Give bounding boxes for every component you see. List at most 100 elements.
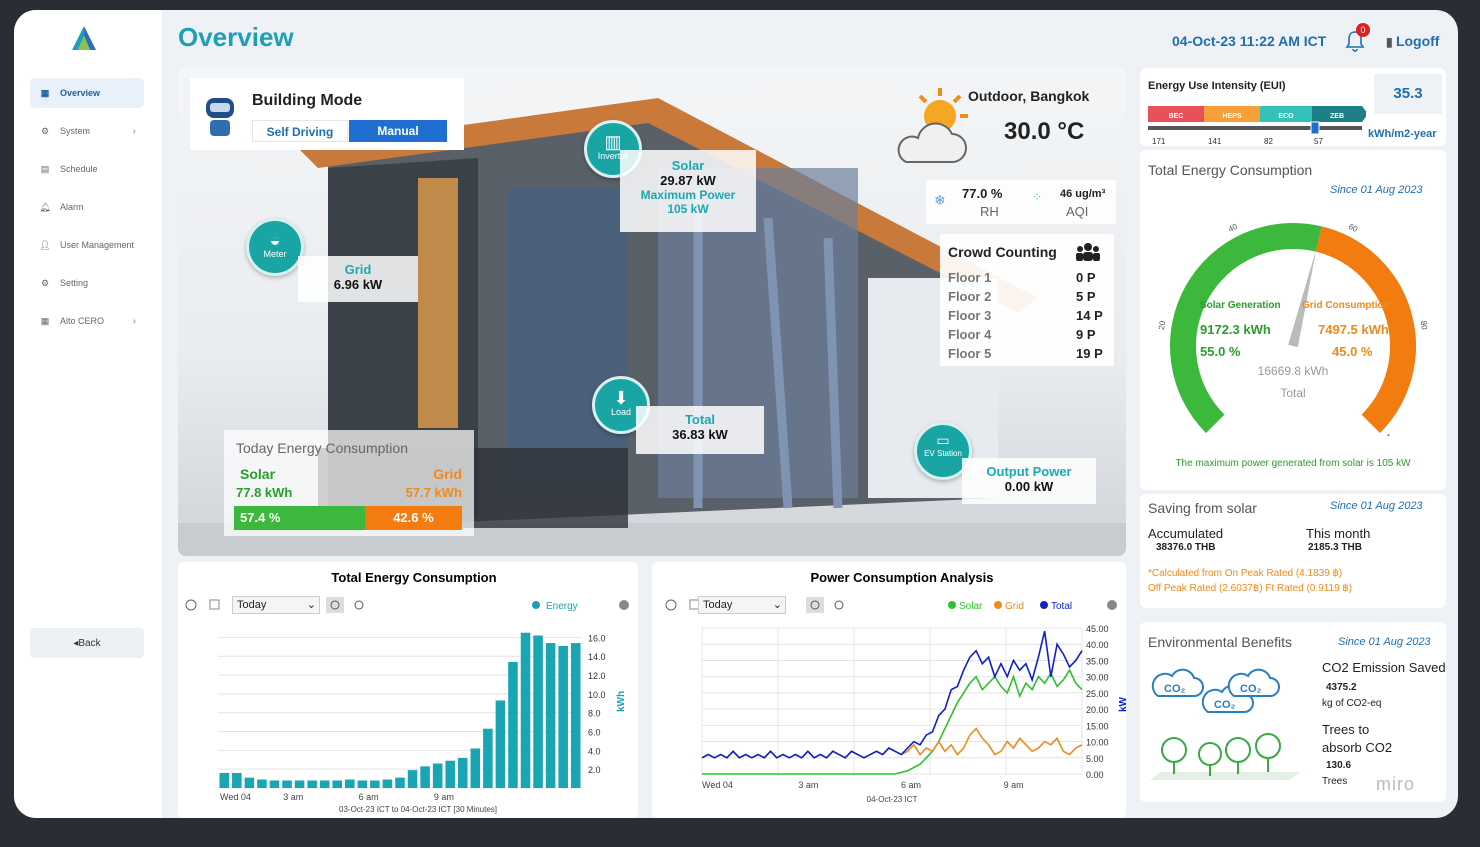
energy-bar: [257, 779, 267, 788]
crowd-floor-count: 0 P: [1076, 270, 1096, 285]
line-chart-range-select[interactable]: Today ⌄: [698, 596, 786, 614]
sidebar-item-setting[interactable]: ⚙ Setting: [30, 268, 144, 298]
energy-bar: [395, 777, 405, 788]
co2-unit: kg of CO2-eq: [1322, 698, 1382, 709]
x-tick-label: 9 am: [1004, 780, 1024, 790]
users-icon: 👤︎: [39, 239, 51, 250]
gauge-tick-label: 40: [1227, 222, 1240, 234]
logoff-button[interactable]: ▮ Logoff: [1386, 33, 1439, 49]
eui-tick-label: 82: [1264, 137, 1273, 146]
solar-power-card: Solar 29.87 kW Maximum Power 105 kW: [620, 150, 756, 232]
energy-bar: [470, 748, 481, 788]
this-month-label: This month: [1306, 526, 1371, 541]
system-icon: ⚙: [40, 125, 50, 136]
sidebar-item-overview[interactable]: ▦ Overview: [30, 78, 144, 108]
save-icon: [209, 599, 220, 610]
eui-tick-label: 57: [1314, 137, 1323, 146]
eui-band-label: ZEB: [1330, 113, 1344, 120]
today-grid-label: Grid: [433, 466, 462, 482]
trees-title-line2: absorb CO2: [1322, 740, 1393, 755]
y-tick-label: 14.0: [588, 652, 606, 662]
back-button[interactable]: ◂ Back: [30, 628, 144, 658]
legend-energy-swatch: [532, 601, 540, 609]
legend-label-total: Total: [1051, 601, 1072, 612]
energy-bar: [382, 779, 393, 788]
energy-bar: [520, 632, 531, 788]
chevron-down-icon: ⌄: [772, 599, 782, 611]
map-icon: ▦: [40, 315, 50, 326]
environment-panel: Environmental Benefits Since 01 Aug 2023…: [1140, 622, 1446, 802]
x-tick-label: 3 am: [798, 780, 818, 790]
aqi-value: 46 ug/m³: [1060, 188, 1106, 200]
manual-toggle[interactable]: Manual: [349, 120, 447, 142]
bar-chart-title: Total Energy Consumption: [331, 570, 496, 585]
crowd-floor-count: 5 P: [1076, 289, 1096, 304]
sidebar-item-user-management[interactable]: 👤︎ User Management: [30, 230, 144, 260]
bell-icon: 🔔︎: [39, 201, 51, 212]
energy-bar: [282, 780, 292, 788]
gauge-grid-kwh: 7497.5 kWh: [1318, 322, 1389, 337]
today-solar-segment: 57.4 %: [234, 506, 365, 530]
eui-band-label: BEC: [1169, 113, 1184, 120]
eui-track: [1148, 126, 1362, 130]
zoom-reset-icon: [665, 599, 677, 611]
gauge-total-label: Total: [1280, 386, 1306, 400]
gauge-total-kwh: 16669.8 kWh: [1257, 364, 1329, 378]
crowd-title: Crowd Counting: [948, 244, 1057, 260]
notification-badge: 0: [1356, 23, 1370, 37]
energy-bar: [232, 772, 242, 788]
energy-bar: [533, 635, 543, 788]
bar-chart-range-select[interactable]: Today ⌄: [232, 596, 320, 614]
sidebar-item-system[interactable]: ⚙ System ›: [30, 116, 144, 146]
total-title: Total: [684, 412, 716, 427]
zoom-in-icon: [326, 597, 344, 613]
crowd-floor-name: Floor 4: [948, 327, 992, 342]
y-tick-label: 45.00: [1086, 624, 1109, 634]
sidebar-item-alto-cero[interactable]: ▦ Alto CERO ›: [30, 306, 144, 336]
gauge-grid-label: Grid Consumption: [1302, 300, 1390, 311]
crowd-floor-name: Floor 1: [948, 270, 992, 285]
eui-tick-label: 141: [1208, 137, 1222, 146]
ev-charger-icon: ▭: [936, 432, 950, 448]
x-tick-label: 6 am: [359, 792, 379, 802]
solar-max-note: The maximum power generated from solar i…: [1175, 458, 1411, 469]
eui-band-label: ECO: [1278, 113, 1294, 120]
sidebar-item-schedule[interactable]: ▤ Schedule: [30, 154, 144, 184]
meter-node[interactable]: ◒ Meter: [246, 218, 304, 276]
map-icon: ▦: [40, 87, 50, 98]
grid-title: Grid: [344, 262, 372, 277]
eui-panel: Energy Use Intensity (EUI) 35.3 BEC HEPS E…: [1140, 68, 1446, 146]
crowd-floor-count: 9 P: [1076, 327, 1096, 342]
eui-marker: [1310, 121, 1320, 135]
today-solar-value: 77.8 kWh: [236, 485, 293, 500]
energy-bar: [432, 763, 443, 788]
eui-value: 35.3: [1374, 74, 1442, 114]
accumulated-value: 38376.0 THB: [1156, 542, 1216, 553]
settings-gear-icon: [619, 600, 629, 610]
aqi-icon: ⁘: [1032, 190, 1043, 204]
saving-since: Since 01 Aug 2023: [1330, 500, 1423, 512]
crowd-floor-name: Floor 5: [948, 346, 992, 361]
y-tick-label: 40.00: [1086, 640, 1109, 650]
legend-swatch-solar: [948, 601, 956, 609]
today-energy-card: Today Energy Consumption Solar 77.8 kWh …: [224, 430, 474, 536]
building-mode-title: Building Mode: [252, 92, 363, 109]
y-tick-label: 10.0: [588, 690, 606, 700]
sidebar-item-alarm[interactable]: 🔔︎ Alarm: [30, 192, 144, 222]
self-driving-toggle[interactable]: Self Driving: [252, 120, 348, 142]
trees-value: 130.6: [1326, 760, 1352, 771]
energy-bar: [307, 780, 317, 788]
y-tick-label: 12.0: [588, 671, 606, 681]
gauge-tick-label: 20: [1157, 320, 1167, 331]
solar-title: Solar: [671, 158, 705, 173]
miro-watermark: miro: [1376, 774, 1415, 794]
chevron-down-icon: ⌄: [306, 599, 316, 611]
energy-bar: [445, 760, 455, 788]
zoom-reset-icon: [185, 599, 197, 611]
zoom-out-icon: [834, 600, 844, 610]
y-tick-label: 0.00: [1086, 770, 1104, 780]
energy-bar: [294, 780, 305, 788]
chevron-right-icon: ›: [132, 315, 136, 327]
x-tick-label: Wed 04: [702, 780, 733, 790]
y-axis-label: kWh: [616, 691, 627, 712]
